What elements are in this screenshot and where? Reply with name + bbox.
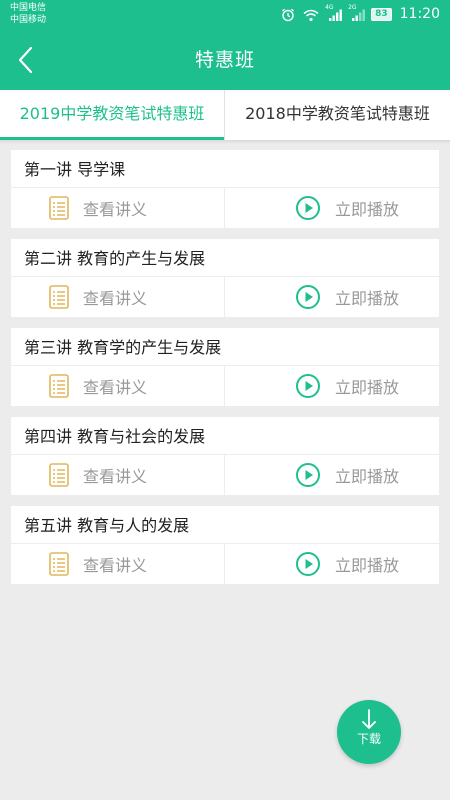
lesson-card: 第五讲 教育与人的发展查看讲义 立即播放 xyxy=(11,506,439,584)
play-now-button[interactable]: 立即播放 xyxy=(225,366,439,406)
wifi-icon xyxy=(303,7,319,22)
course-tabs: 2019中学教资笔试特惠班 2018中学教资笔试特惠班 xyxy=(0,90,450,140)
document-icon xyxy=(49,463,69,487)
view-notes-button[interactable]: 查看讲义 xyxy=(11,188,225,228)
play-icon xyxy=(296,285,320,309)
battery-indicator: 83 xyxy=(371,7,392,21)
play-now-label: 立即播放 xyxy=(335,378,400,397)
tab-divider xyxy=(0,140,450,144)
document-icon xyxy=(49,374,69,398)
play-icon xyxy=(296,196,320,220)
lesson-actions: 查看讲义 立即播放 xyxy=(11,455,439,495)
arrow-down-icon xyxy=(362,709,376,729)
back-button[interactable] xyxy=(12,44,40,76)
view-notes-label: 查看讲义 xyxy=(83,289,148,308)
play-icon xyxy=(296,552,320,576)
status-icons: 4G 2G 83 11:20 xyxy=(281,4,440,23)
view-notes-label: 查看讲义 xyxy=(83,200,148,219)
lesson-actions: 查看讲义 立即播放 xyxy=(11,544,439,584)
lesson-title: 第一讲 导学课 xyxy=(11,150,439,188)
lesson-title: 第三讲 教育学的产生与发展 xyxy=(11,328,439,366)
view-notes-button[interactable]: 查看讲义 xyxy=(11,277,225,317)
view-notes-label: 查看讲义 xyxy=(83,556,148,575)
view-notes-button[interactable]: 查看讲义 xyxy=(11,544,225,584)
view-notes-button[interactable]: 查看讲义 xyxy=(11,455,225,495)
lesson-card: 第三讲 教育学的产生与发展查看讲义 立即播放 xyxy=(11,328,439,406)
document-icon xyxy=(49,285,69,309)
download-label: 下载 xyxy=(356,732,381,746)
document-icon xyxy=(49,196,69,220)
chevron-left-icon xyxy=(18,46,33,74)
view-notes-button[interactable]: 查看讲义 xyxy=(11,366,225,406)
carrier-2: 中国移动 xyxy=(10,15,47,25)
document-icon xyxy=(49,552,69,576)
play-now-button[interactable]: 立即播放 xyxy=(225,188,439,228)
play-now-label: 立即播放 xyxy=(335,289,400,308)
lesson-card: 第二讲 教育的产生与发展查看讲义 立即播放 xyxy=(11,239,439,317)
app-header: 中国电信 中国移动 4G 2G 83 11:20 特惠班 xyxy=(0,0,450,90)
play-icon xyxy=(296,463,320,487)
lesson-title: 第二讲 教育的产生与发展 xyxy=(11,239,439,277)
play-now-button[interactable]: 立即播放 xyxy=(225,544,439,584)
alarm-icon xyxy=(281,7,297,22)
lesson-title: 第四讲 教育与社会的发展 xyxy=(11,417,439,455)
signal-1-label: 4G xyxy=(325,4,334,11)
status-bar: 中国电信 中国移动 4G 2G 83 11:20 xyxy=(0,0,450,30)
play-now-label: 立即播放 xyxy=(335,467,400,486)
lesson-card: 第四讲 教育与社会的发展查看讲义 立即播放 xyxy=(11,417,439,495)
play-now-label: 立即播放 xyxy=(335,556,400,575)
signal-2-label: 2G xyxy=(348,4,357,11)
lesson-actions: 查看讲义 立即播放 xyxy=(11,277,439,317)
signal-2g-icon: 2G xyxy=(348,4,366,21)
tab-2018[interactable]: 2018中学教资笔试特惠班 xyxy=(224,90,450,140)
lesson-actions: 查看讲义 立即播放 xyxy=(11,366,439,406)
view-notes-label: 查看讲义 xyxy=(83,467,148,486)
lesson-actions: 查看讲义 立即播放 xyxy=(11,188,439,228)
play-now-button[interactable]: 立即播放 xyxy=(225,277,439,317)
play-now-button[interactable]: 立即播放 xyxy=(225,455,439,495)
lesson-card: 第一讲 导学课查看讲义 立即播放 xyxy=(11,150,439,228)
page-title: 特惠班 xyxy=(194,49,255,71)
view-notes-label: 查看讲义 xyxy=(83,378,148,397)
lesson-title: 第五讲 教育与人的发展 xyxy=(11,506,439,544)
tab-2019[interactable]: 2019中学教资笔试特惠班 xyxy=(0,90,224,140)
status-time: 11:20 xyxy=(399,6,440,22)
play-now-label: 立即播放 xyxy=(335,200,400,219)
nav-bar: 特惠班 xyxy=(0,30,450,90)
play-icon xyxy=(296,374,320,398)
signal-4g-icon: 4G xyxy=(325,4,343,21)
lesson-list: 第一讲 导学课 查看讲义 立即播放 第二讲 教育的产生与发展 查看讲义 立即播放 第三讲 教… xyxy=(11,150,439,595)
carrier-info: 中国电信 中国移动 xyxy=(10,2,46,26)
carrier-1: 中国电信 xyxy=(10,3,47,13)
download-button[interactable]: 下载 xyxy=(337,700,401,764)
